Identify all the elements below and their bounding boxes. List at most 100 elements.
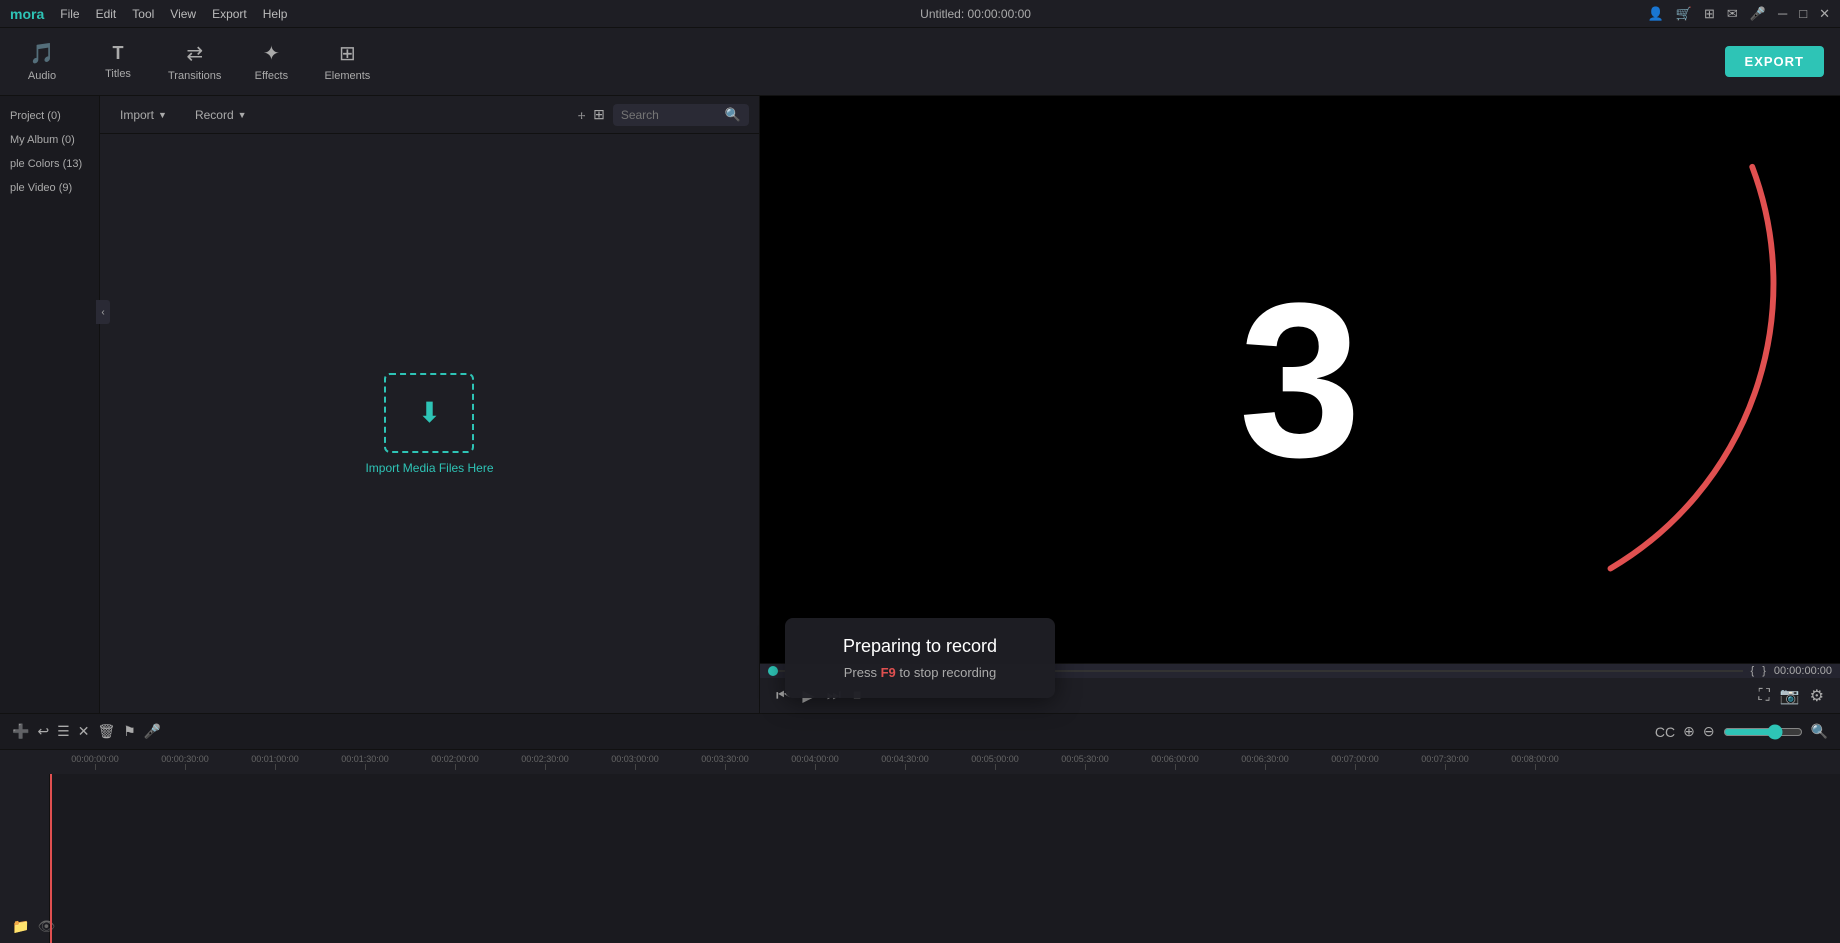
close-timeline-icon[interactable]: ✕ xyxy=(78,723,90,740)
toolbar-audio[interactable]: 🎵 Audio xyxy=(16,41,68,82)
import-label: Import xyxy=(120,108,154,122)
menu-right-icons: 👤 🛒 ⊞ ✉ 🎤 ─ □ ✕ xyxy=(1648,6,1830,22)
countdown-number: 3 xyxy=(1239,270,1361,490)
sidebar-item-album[interactable]: My Album (0) xyxy=(0,128,99,152)
store-icon[interactable]: 🛒 xyxy=(1676,6,1692,22)
mail-icon[interactable]: ✉ xyxy=(1727,6,1738,22)
sidebar-item-colors[interactable]: ple Colors (13) xyxy=(0,152,99,176)
menu-tool[interactable]: Tool xyxy=(132,7,154,21)
bottom-section: ➕ ↩ ☰ ✕ 🗑 ⚑ 🎤 CC ⊕ ⊖ 🔍 00:00:00:00 00:00… xyxy=(0,713,1840,943)
import-files-label: Import Media Files Here xyxy=(365,461,493,475)
mic-icon[interactable]: 🎤 xyxy=(1750,6,1766,22)
timeline-ruler: 00:00:00:00 00:00:30:00 00:01:00:00 00:0… xyxy=(0,750,1840,774)
record-button[interactable]: Record ▼ xyxy=(185,104,257,126)
notification-stop-label: to stop recording xyxy=(899,665,996,680)
ruler-tick: 00:00:30:00 xyxy=(140,754,230,770)
sidebar-collapse-btn[interactable]: ‹ xyxy=(96,300,110,324)
mic-timeline-icon[interactable]: 🎤 xyxy=(144,723,161,740)
import-area: ⬇ Import Media Files Here xyxy=(100,134,759,713)
media-panel: Import ▼ Record ▼ ⧾ ⊞ 🔍 ⬇ xyxy=(100,96,760,713)
minimize-icon[interactable]: ─ xyxy=(1778,6,1787,21)
search-wrap: 🔍 xyxy=(613,104,749,126)
elements-label: Elements xyxy=(324,70,370,82)
export-button[interactable]: EXPORT xyxy=(1725,46,1824,77)
countdown-container: 3 xyxy=(760,96,1840,663)
ruler-tick: 00:02:00:00 xyxy=(410,754,500,770)
menu-edit[interactable]: Edit xyxy=(96,7,117,21)
search-icon[interactable]: 🔍 xyxy=(725,107,741,123)
preview-area: 3 xyxy=(760,96,1840,663)
timeline-toolbar: ➕ ↩ ☰ ✕ 🗑 ⚑ 🎤 CC ⊕ ⊖ 🔍 xyxy=(0,714,1840,750)
search-input[interactable] xyxy=(621,108,721,122)
close-icon[interactable]: ✕ xyxy=(1819,6,1830,22)
toolbar-elements[interactable]: ⊞ Elements xyxy=(321,41,373,82)
ruler-tick: 00:00:00:00 xyxy=(50,754,140,770)
scrubber-right: { } 00:00:00:00 xyxy=(1751,665,1833,677)
eye-icon[interactable]: 👁 xyxy=(37,918,55,935)
filter-icon[interactable]: ⧾ xyxy=(578,106,585,123)
settings-icon[interactable]: ⚙ xyxy=(1810,686,1824,706)
menu-view[interactable]: View xyxy=(170,7,196,21)
titles-icon: T xyxy=(113,43,124,64)
folder-icon[interactable]: 📁 xyxy=(12,918,29,935)
timeline-area: 00:00:00:00 00:00:30:00 00:01:00:00 00:0… xyxy=(0,750,1840,943)
playback-timecode: 00:00:00:00 xyxy=(1774,665,1832,677)
ruler-tick: 00:03:30:00 xyxy=(680,754,770,770)
fullscreen-icon[interactable]: ⛶ xyxy=(1759,687,1770,705)
ruler-tick: 00:02:30:00 xyxy=(500,754,590,770)
audio-label: Audio xyxy=(28,70,56,82)
ruler-tick: 00:08:00:00 xyxy=(1490,754,1580,770)
toolbar-transitions[interactable]: ⇄ Transitions xyxy=(168,41,221,82)
toolbar-effects[interactable]: ✦ Effects xyxy=(245,41,297,82)
menu-bar: mora File Edit Tool View Export Help Unt… xyxy=(0,0,1840,28)
import-dashed-box[interactable]: ⬇ xyxy=(384,373,474,453)
playhead[interactable] xyxy=(50,774,52,943)
transitions-icon: ⇄ xyxy=(186,41,203,66)
zoom-slider[interactable] xyxy=(1723,724,1803,740)
flag-icon[interactable]: ⚑ xyxy=(123,723,136,740)
sidebar-item-video[interactable]: ple Video (9) xyxy=(0,176,99,200)
list-icon[interactable]: ☰ xyxy=(57,723,70,740)
timeline-tracks xyxy=(0,774,1840,943)
add-track-button[interactable]: ➕ xyxy=(12,723,29,740)
notification-title: Preparing to record xyxy=(813,636,1027,657)
import-button[interactable]: Import ▼ xyxy=(110,104,177,126)
zoom-icon[interactable]: 🔍 xyxy=(1811,723,1828,740)
notification-key: F9 xyxy=(881,665,896,680)
sidebar-item-project[interactable]: Project (0) xyxy=(0,104,99,128)
record-chevron-icon: ▼ xyxy=(238,110,247,120)
ruler-tick: 00:01:00:00 xyxy=(230,754,320,770)
time-in-icon: { xyxy=(1751,665,1755,677)
menu-file[interactable]: File xyxy=(60,7,79,21)
ruler-tick: 00:06:00:00 xyxy=(1130,754,1220,770)
media-toolbar-right: ⧾ ⊞ 🔍 xyxy=(578,104,749,126)
account-icon[interactable]: 👤 xyxy=(1648,6,1664,22)
undo-icon[interactable]: ↩ xyxy=(37,723,49,740)
ruler-tick: 00:07:30:00 xyxy=(1400,754,1490,770)
screenshot-icon[interactable]: 📷 xyxy=(1780,686,1800,706)
ruler-tick: 00:05:00:00 xyxy=(950,754,1040,770)
add-clip-icon[interactable]: ⊕ xyxy=(1683,723,1695,740)
remove-clip-icon[interactable]: ⊖ xyxy=(1703,723,1715,740)
notification-subtitle: Press F9 to stop recording xyxy=(813,665,1027,680)
captions-icon[interactable]: CC xyxy=(1655,724,1675,740)
ruler-tick: 00:07:00:00 xyxy=(1310,754,1400,770)
ruler-tick: 00:05:30:00 xyxy=(1040,754,1130,770)
grid-view-icon[interactable]: ⊞ xyxy=(593,106,605,123)
notification-press-label: Press xyxy=(844,665,877,680)
scrubber-handle[interactable] xyxy=(768,666,778,676)
delete-icon[interactable]: 🗑 xyxy=(97,723,115,740)
menu-help[interactable]: Help xyxy=(263,7,288,21)
toolbar-titles[interactable]: T Titles xyxy=(92,43,144,80)
download-icon: ⬇ xyxy=(418,396,441,429)
toolbar: 🎵 Audio T Titles ⇄ Transitions ✦ Effects… xyxy=(0,28,1840,96)
app-logo: mora xyxy=(10,6,44,22)
titles-label: Titles xyxy=(105,68,131,80)
sidebar: Project (0) My Album (0) ple Colors (13)… xyxy=(0,96,100,713)
import-drop-box[interactable]: ⬇ Import Media Files Here xyxy=(365,373,493,475)
menu-export[interactable]: Export xyxy=(212,7,247,21)
maximize-icon[interactable]: □ xyxy=(1799,6,1807,21)
apps-icon[interactable]: ⊞ xyxy=(1704,6,1715,22)
effects-label: Effects xyxy=(255,70,288,82)
record-label: Record xyxy=(195,108,234,122)
